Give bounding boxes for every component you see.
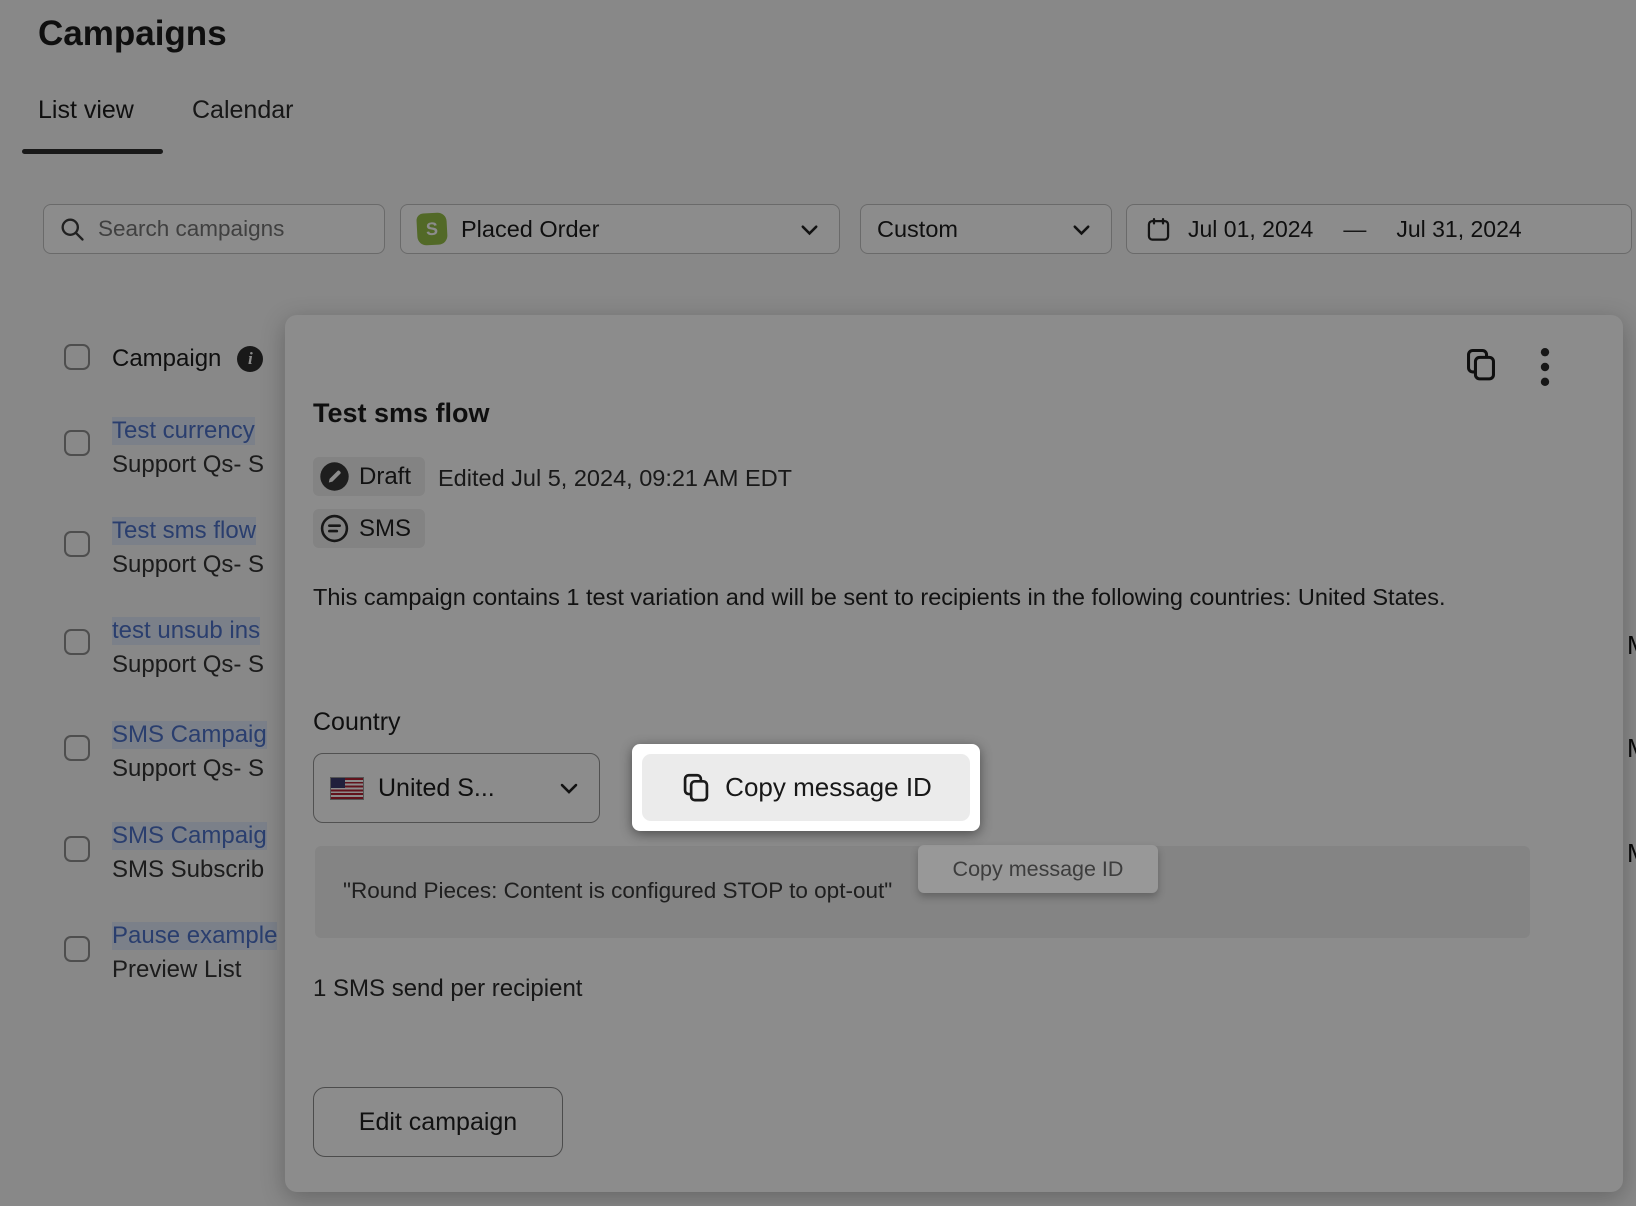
- copy-icon: [680, 771, 712, 805]
- copy-message-id-button[interactable]: Copy message ID: [642, 754, 970, 821]
- dim-overlay: [0, 0, 1636, 1206]
- copy-message-id-tooltip: Copy message ID: [918, 845, 1158, 893]
- campaigns-page: Campaigns List view Calendar S Placed Or…: [0, 0, 1636, 1206]
- copy-message-id-label: Copy message ID: [725, 772, 932, 803]
- spotlight-highlight: Copy message ID: [632, 744, 980, 831]
